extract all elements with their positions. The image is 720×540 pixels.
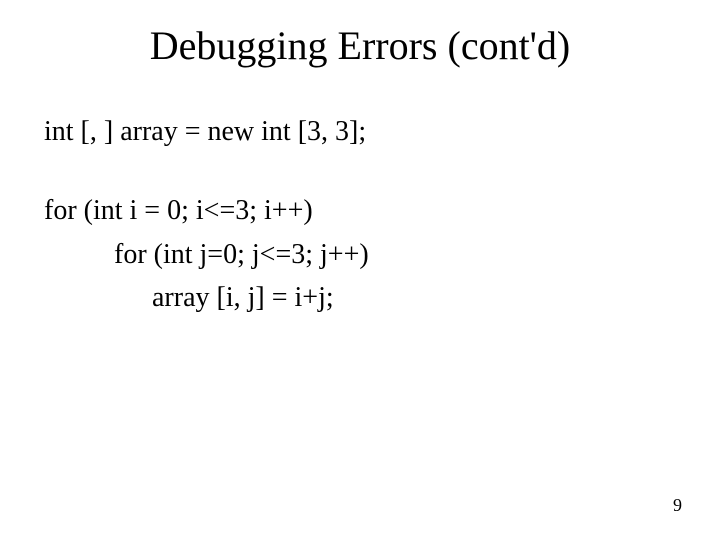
- page-number: 9: [673, 495, 682, 516]
- code-line-2: for (int i = 0; i<=3; i++): [44, 189, 676, 232]
- slide-title: Debugging Errors (cont'd): [0, 22, 720, 69]
- code-line-3: for (int j=0; j<=3; j++): [44, 233, 676, 276]
- code-line-1: int [, ] array = new int [3, 3];: [44, 110, 676, 153]
- blank-line: [44, 153, 676, 189]
- slide: Debugging Errors (cont'd) int [, ] array…: [0, 0, 720, 540]
- code-line-4: array [i, j] = i+j;: [44, 276, 676, 319]
- slide-body: int [, ] array = new int [3, 3]; for (in…: [44, 110, 676, 320]
